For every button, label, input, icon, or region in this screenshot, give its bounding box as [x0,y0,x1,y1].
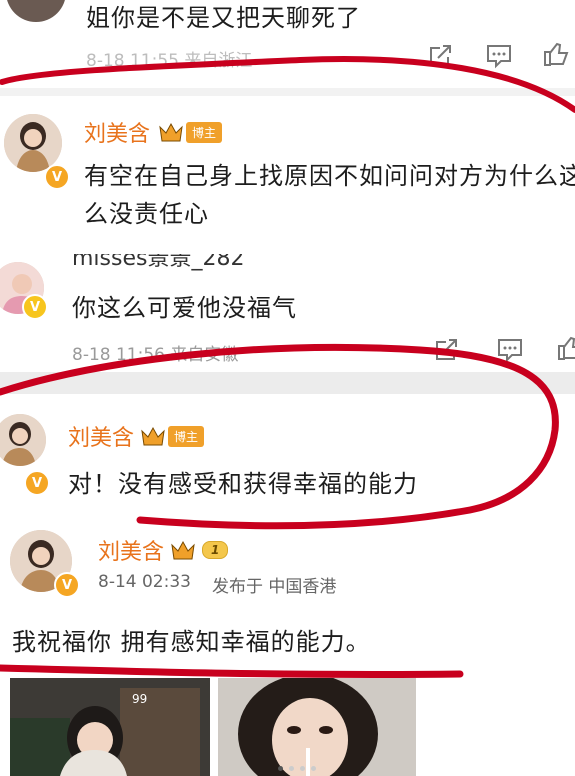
annotation-underline [0,664,464,679]
red-annotation-marks [0,56,575,679]
annotation-circle-top [0,56,575,113]
annotation-loop [0,343,559,530]
